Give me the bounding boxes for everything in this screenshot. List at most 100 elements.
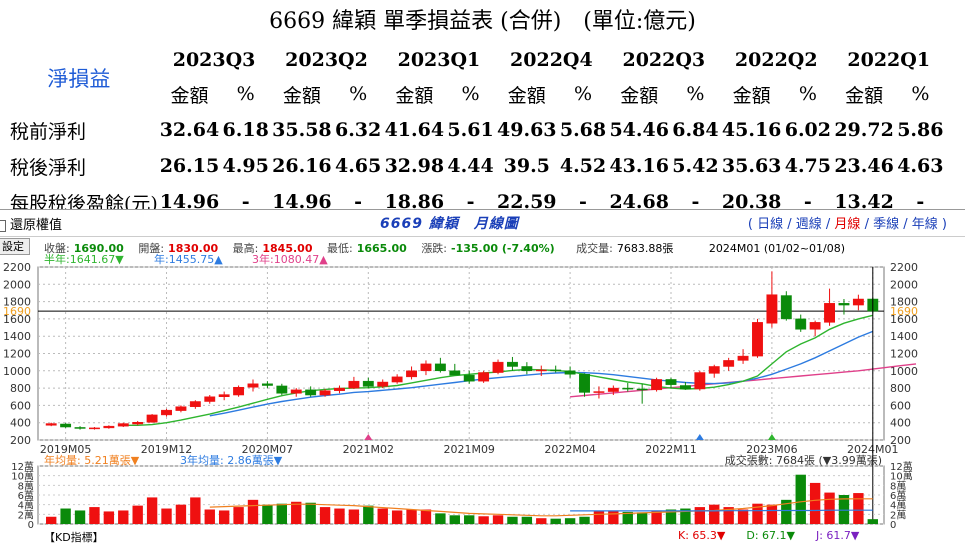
checkbox-icon[interactable] bbox=[0, 219, 6, 232]
amount-cell: 43.16 bbox=[609, 155, 669, 177]
amount-cell: 23.46 bbox=[834, 155, 894, 177]
percent-cell: 5.68 bbox=[559, 119, 607, 141]
candle-body bbox=[564, 370, 576, 375]
amount-header: 金額 bbox=[282, 84, 321, 107]
period-link[interactable]: 年線 bbox=[912, 217, 938, 232]
volume-bar bbox=[521, 516, 533, 524]
volume-bar bbox=[391, 510, 403, 524]
candle-body bbox=[795, 318, 807, 330]
candle-body bbox=[290, 389, 302, 394]
volume-tick-label-left: 12萬 bbox=[11, 460, 34, 473]
percent-cell: 6.18 bbox=[222, 119, 269, 141]
quarter-header: 2022Q4 bbox=[510, 49, 593, 71]
price-tick-label-right: 2000 bbox=[890, 278, 918, 291]
restore-rights-toggle[interactable]: 還原權值 bbox=[0, 214, 62, 233]
price-tick-label-left: 1000 bbox=[3, 365, 31, 378]
price-tick-label-left: 2200 bbox=[3, 261, 31, 274]
amount-cell: 26.16 bbox=[272, 155, 332, 177]
volume-bar bbox=[694, 507, 706, 524]
volume-tick-label-left: 0 bbox=[28, 520, 34, 531]
percent-cell: 6.32 bbox=[334, 119, 382, 141]
percent-header: % bbox=[911, 83, 930, 105]
candle-body bbox=[161, 409, 172, 416]
period-link[interactable]: 日線 bbox=[757, 217, 783, 232]
price-tick-label-left: 200 bbox=[10, 434, 31, 447]
table-row: 稅前淨利 32.64 6.18 35.58 6.32 41.64 5.61 49.63 5.68… bbox=[0, 112, 945, 148]
candle-body bbox=[247, 383, 259, 388]
volume-3year-avg-legend: 3年均量: 2.86萬張▼ bbox=[180, 453, 283, 467]
restore-rights-label: 還原權值 bbox=[10, 218, 63, 233]
volume-bar bbox=[377, 508, 388, 524]
volume-bar bbox=[334, 508, 345, 524]
volume-bar bbox=[867, 519, 878, 524]
period-link[interactable]: 週線 bbox=[796, 217, 822, 232]
price-tick-label-right: 800 bbox=[890, 382, 911, 395]
candle-body bbox=[521, 366, 533, 372]
kd-k-value: K: 65.3▼ bbox=[678, 529, 726, 542]
volume-bar bbox=[853, 493, 864, 524]
percent-header: % bbox=[349, 83, 368, 105]
amount-header: 金額 bbox=[170, 84, 209, 107]
period-link[interactable]: 月線 bbox=[834, 217, 860, 232]
period-selector: ( 日線 / 週線 / 月線 / 季線 / 年線 ) bbox=[748, 213, 947, 232]
candle-body bbox=[651, 379, 663, 391]
amount-cell: 54.46 bbox=[609, 119, 669, 141]
percent-cell: 5.61 bbox=[447, 119, 494, 141]
current-price-label-right: 1690 bbox=[890, 305, 918, 318]
candle-body bbox=[348, 380, 360, 389]
percent-cell: 4.95 bbox=[222, 155, 269, 177]
quarter-header: 2023Q1 bbox=[397, 49, 481, 71]
volume-bar bbox=[305, 502, 316, 524]
volume-bar bbox=[118, 510, 129, 524]
table-body: 稅前淨利 32.64 6.18 35.58 6.32 41.64 5.61 49.63 5.68… bbox=[0, 112, 945, 220]
candle-body bbox=[622, 387, 634, 390]
candle-body bbox=[420, 363, 432, 372]
candle-body bbox=[665, 379, 677, 385]
volume-bar bbox=[74, 510, 86, 524]
candle-body bbox=[89, 427, 100, 430]
volume-bar bbox=[766, 504, 778, 524]
quarter-header: 2022Q2 bbox=[734, 49, 818, 71]
volume-bar bbox=[709, 504, 720, 524]
volume-tick-label-right: 12萬 bbox=[890, 460, 913, 473]
price-tick-label-right: 400 bbox=[890, 417, 911, 430]
candle-body bbox=[550, 369, 562, 372]
candle-body bbox=[45, 423, 57, 426]
candle-body bbox=[261, 383, 273, 386]
volume-bar bbox=[420, 509, 432, 524]
volume-bar bbox=[579, 516, 590, 524]
volume-bar bbox=[161, 508, 172, 524]
price-tick-label-right: 1200 bbox=[890, 348, 918, 361]
price-tick-label-left: 800 bbox=[10, 382, 31, 395]
amount-cell: 49.63 bbox=[497, 119, 557, 141]
volume-bar bbox=[175, 504, 187, 524]
amount-header: 金額 bbox=[845, 84, 884, 107]
candle-body bbox=[824, 303, 835, 323]
volume-bar bbox=[824, 492, 835, 524]
volume-bar bbox=[550, 518, 561, 524]
table-row: 稅後淨利 26.15 4.95 26.16 4.65 32.98 4.44 39.5 4.52 4… bbox=[0, 148, 945, 184]
volume-bar bbox=[406, 509, 417, 524]
candle-body bbox=[593, 391, 605, 393]
candle-body bbox=[132, 422, 144, 425]
candle-body bbox=[766, 294, 778, 324]
volume-bar bbox=[218, 510, 230, 524]
quarter-header: 2022Q3 bbox=[622, 49, 706, 71]
volume-bar bbox=[464, 515, 475, 524]
volume-bar bbox=[132, 505, 143, 524]
candle-body bbox=[694, 372, 706, 390]
separator: / bbox=[783, 217, 796, 232]
ma-legend-item: 3年:1080.47▲ bbox=[252, 252, 328, 266]
volume-year-avg-legend: 年均量: 5.21萬張▼ bbox=[44, 453, 140, 467]
percent-cell: 4.44 bbox=[447, 155, 494, 177]
volume-bar bbox=[809, 482, 821, 524]
amount-cell: 29.72 bbox=[834, 119, 894, 141]
candle-body bbox=[434, 363, 446, 372]
percent-cell: 6.84 bbox=[672, 119, 719, 141]
bracket-open: ( bbox=[747, 217, 758, 232]
volume-bar bbox=[89, 507, 100, 524]
volume-bar bbox=[608, 510, 619, 524]
candle-body bbox=[737, 355, 749, 361]
volume-bar bbox=[348, 509, 360, 524]
period-link[interactable]: 季線 bbox=[873, 217, 899, 232]
